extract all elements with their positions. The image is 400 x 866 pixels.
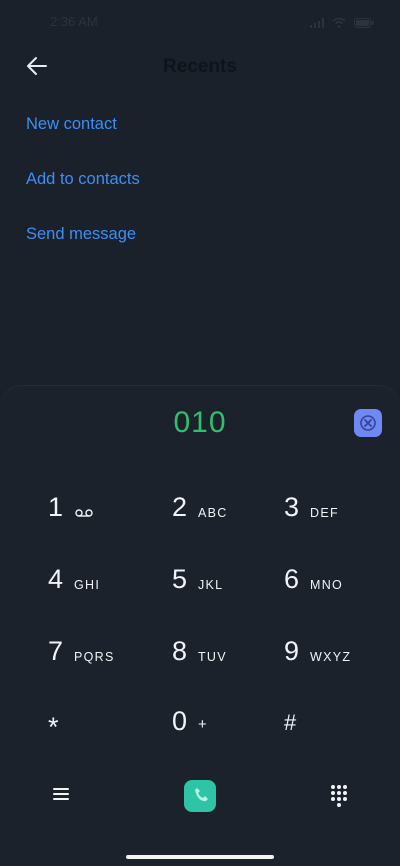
key-letters: MNO bbox=[310, 578, 344, 592]
key-letters: PQRS bbox=[74, 650, 115, 664]
key-7[interactable]: 7 PQRS bbox=[48, 636, 168, 692]
key-4[interactable]: 4 GHI bbox=[48, 564, 168, 620]
key-digit: 8 bbox=[172, 636, 188, 666]
key-letters: ABC bbox=[198, 506, 228, 520]
call-button[interactable] bbox=[184, 780, 216, 812]
key-letters: TUV bbox=[198, 650, 227, 664]
key-1[interactable]: 1 bbox=[48, 492, 168, 548]
key-hash[interactable]: # bbox=[284, 706, 400, 762]
menu-button[interactable] bbox=[50, 783, 74, 805]
key-2[interactable]: 2 ABC bbox=[172, 492, 292, 548]
key-digit: # bbox=[284, 710, 297, 735]
key-3[interactable]: 3 DEF bbox=[284, 492, 400, 548]
key-8[interactable]: 8 TUV bbox=[172, 636, 292, 692]
dialpad-icon bbox=[331, 785, 347, 807]
menu-icon bbox=[53, 788, 69, 800]
add-to-contacts-link[interactable]: Add to contacts bbox=[26, 170, 140, 189]
key-digit: 5 bbox=[172, 564, 188, 594]
key-5[interactable]: 5 JKL bbox=[172, 564, 292, 620]
status-bar: 2:36 AM bbox=[0, 0, 400, 44]
wifi-icon bbox=[332, 15, 346, 33]
key-6[interactable]: 6 MNO bbox=[284, 564, 400, 620]
key-digit: 3 bbox=[284, 492, 300, 522]
status-time: 2:36 AM bbox=[50, 14, 98, 29]
key-digit: 4 bbox=[48, 564, 64, 594]
key-digit: 6 bbox=[284, 564, 300, 594]
key-digit: 1 bbox=[48, 492, 64, 522]
key-letters: DEF bbox=[310, 506, 339, 520]
close-circle-icon bbox=[360, 415, 376, 431]
signal-icon bbox=[310, 15, 324, 33]
key-letters: + bbox=[198, 716, 209, 733]
home-indicator[interactable] bbox=[126, 855, 274, 859]
new-contact-link[interactable]: New contact bbox=[26, 115, 117, 134]
keypad-toggle-button[interactable] bbox=[328, 782, 350, 808]
key-digit: 0 bbox=[172, 706, 188, 736]
key-digit: 2 bbox=[172, 492, 188, 522]
key-digit: 7 bbox=[48, 636, 64, 666]
key-letters: JKL bbox=[198, 578, 224, 592]
key-digit: 9 bbox=[284, 636, 300, 666]
dialed-number: 010 bbox=[173, 406, 227, 439]
page-title: Recents bbox=[163, 56, 237, 77]
voicemail-icon bbox=[75, 509, 93, 517]
key-0[interactable]: 0 + bbox=[172, 706, 292, 762]
send-message-link[interactable]: Send message bbox=[26, 225, 136, 244]
key-digit: * bbox=[48, 712, 59, 742]
key-letters: GHI bbox=[74, 578, 101, 592]
phone-icon bbox=[195, 788, 208, 802]
battery-icon bbox=[354, 15, 374, 33]
key-star[interactable]: * bbox=[48, 706, 168, 762]
status-icons bbox=[310, 15, 374, 33]
key-letters: WXYZ bbox=[310, 650, 352, 664]
clear-button[interactable] bbox=[354, 409, 382, 437]
key-9[interactable]: 9 WXYZ bbox=[284, 636, 400, 692]
